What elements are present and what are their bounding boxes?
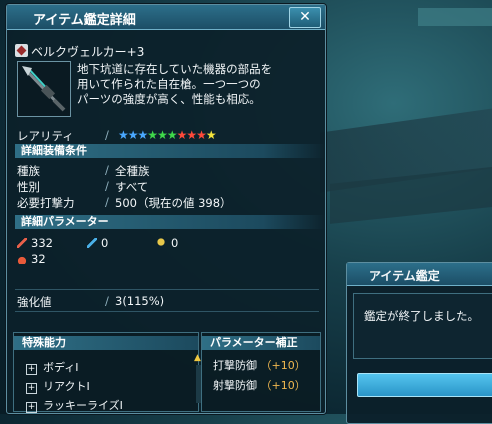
abilities-header: 特殊能力 bbox=[14, 336, 198, 350]
equip-requirements-header: 詳細装備条件 bbox=[15, 144, 325, 158]
gender-label: 性別 bbox=[17, 180, 40, 194]
ability-item[interactable]: + ボディⅠ bbox=[26, 359, 78, 375]
race-label: 種族 bbox=[17, 164, 40, 178]
parameters-header: 詳細パラメーター bbox=[15, 215, 325, 229]
grind-value: 3(115%) bbox=[115, 294, 165, 308]
separator-slash: / bbox=[105, 163, 109, 177]
ranged-attack-icon bbox=[87, 238, 97, 248]
bonus-row: 打撃防御 （+10） bbox=[213, 357, 306, 373]
item-description: 地下坑道に存在していた機器の部品を 用いて作られた自在槍。一つ一つの パーツの強… bbox=[77, 62, 273, 106]
divider bbox=[15, 289, 319, 290]
ability-name: ボディⅠ bbox=[43, 361, 79, 374]
race-value: 全種族 bbox=[115, 164, 150, 178]
window-titlebar[interactable]: アイテム鑑定詳細 ✕ bbox=[7, 5, 325, 30]
separator-slash: / bbox=[105, 294, 109, 308]
separator-slash: / bbox=[105, 179, 109, 193]
dialog-title: アイテム鑑定 bbox=[369, 269, 440, 283]
rarity-star-icon: ★ bbox=[205, 128, 217, 142]
striking-attack-value: 332 bbox=[31, 236, 53, 250]
item-name: ベルクヴェルカー+3 bbox=[31, 45, 145, 59]
striking-attack-stat: 332 bbox=[17, 236, 53, 250]
technique-attack-icon bbox=[157, 238, 167, 248]
bonus-value: （+10） bbox=[260, 379, 306, 392]
technique-attack-stat: 0 bbox=[157, 236, 178, 250]
item-thumbnail bbox=[17, 61, 71, 117]
rarity-star-icon: ★ bbox=[186, 128, 197, 142]
fire-element-icon bbox=[17, 254, 27, 264]
divider bbox=[15, 311, 319, 312]
bonus-header: パラメーター補正 bbox=[202, 336, 320, 350]
expand-icon[interactable]: + bbox=[26, 364, 37, 375]
striking-attack-icon bbox=[17, 238, 27, 248]
ability-item[interactable]: + リアクトⅠ bbox=[26, 378, 90, 394]
close-button[interactable]: ✕ bbox=[289, 7, 321, 28]
ability-name: リアクトⅠ bbox=[43, 380, 90, 393]
rarity-star-icon: ★ bbox=[137, 128, 149, 142]
element-stat: 32 bbox=[17, 252, 46, 266]
partisan-weapon-icon bbox=[15, 44, 28, 57]
rarity-star-icon: ★ bbox=[166, 128, 178, 142]
expand-icon[interactable]: + bbox=[26, 383, 37, 394]
dialog-message: 鑑定が終了しました。 bbox=[364, 309, 479, 323]
ability-name: ラッキーライズⅠ bbox=[43, 399, 123, 412]
ok-button[interactable] bbox=[357, 373, 492, 397]
rarity-star-icon: ★ bbox=[147, 128, 158, 142]
rarity-star-icon: ★ bbox=[118, 128, 129, 142]
grind-label: 強化値 bbox=[17, 295, 52, 309]
scroll-up-icon[interactable]: ▲ bbox=[194, 353, 201, 363]
dialog-titlebar[interactable]: アイテム鑑定 bbox=[347, 263, 492, 286]
appraisal-dialog: アイテム鑑定 鑑定が終了しました。 bbox=[346, 262, 492, 424]
separator-slash: / bbox=[105, 195, 109, 209]
required-attack-label: 必要打撃力 bbox=[17, 196, 75, 210]
ranged-attack-stat: 0 bbox=[87, 236, 108, 250]
rarity-star-icon: ★ bbox=[157, 128, 168, 142]
rarity-star-icon: ★ bbox=[196, 128, 207, 142]
dialog-message-box: 鑑定が終了しました。 bbox=[353, 293, 492, 359]
rarity-stars: ★★★★★★★★★★ bbox=[118, 128, 217, 142]
close-icon: ✕ bbox=[299, 9, 311, 25]
expand-icon[interactable]: + bbox=[26, 402, 37, 413]
bonus-value: （+10） bbox=[260, 359, 306, 372]
separator-slash: / bbox=[105, 128, 109, 142]
element-value: 32 bbox=[31, 252, 46, 266]
ability-item[interactable]: + ラッキーライズⅠ bbox=[26, 397, 123, 413]
gender-value: すべて bbox=[115, 180, 149, 194]
ranged-attack-value: 0 bbox=[101, 236, 109, 250]
bonus-row: 射撃防御 （+10） bbox=[213, 377, 306, 393]
bonus-label: 射撃防御 bbox=[213, 379, 257, 392]
window-title: アイテム鑑定詳細 bbox=[33, 13, 136, 28]
technique-attack-value: 0 bbox=[171, 236, 179, 250]
abilities-panel: 特殊能力 + ボディⅠ + リアクトⅠ + ラッキーライズⅠ ▲ bbox=[13, 332, 201, 413]
rarity-star-icon: ★ bbox=[127, 128, 139, 142]
background-hud-element bbox=[418, 8, 492, 26]
rarity-label: レアリティ bbox=[17, 129, 74, 143]
required-attack-value: 500（現在の値 398） bbox=[115, 196, 232, 210]
item-detail-window: アイテム鑑定詳細 ✕ ベルクヴェルカー+3 地下坑道に存在していた機器の部品を … bbox=[6, 4, 326, 414]
rarity-star-icon: ★ bbox=[176, 128, 188, 142]
bonus-label: 打撃防御 bbox=[213, 359, 257, 372]
weapon-image-icon bbox=[22, 66, 66, 112]
